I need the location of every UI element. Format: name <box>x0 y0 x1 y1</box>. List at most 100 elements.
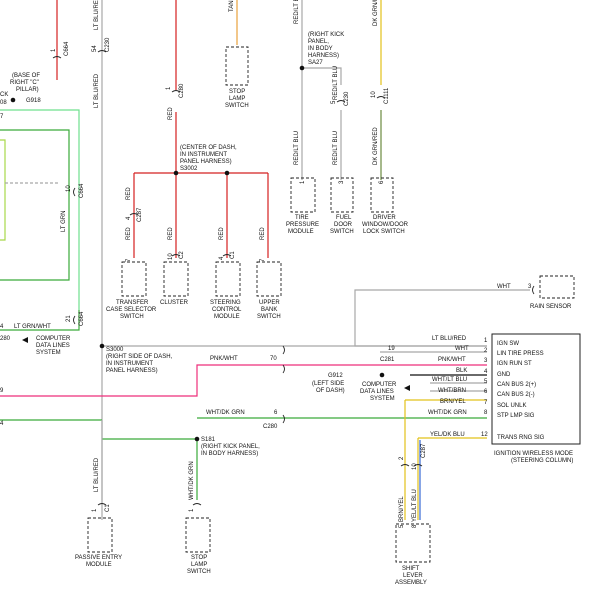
transfer-case-label-2: CASE SELECTOR <box>106 307 157 313</box>
iwm-title-1: IGNITION WIRELESS MODE <box>494 451 573 457</box>
transfer-case-switch-box <box>121 261 147 297</box>
wire-label-brn-yel-iwm: BRN/YEL <box>440 399 466 405</box>
wire-label-red-cluster: RED <box>168 227 174 240</box>
arrow-computer-data-left <box>22 337 28 343</box>
location-base-c-pillar-1: (BASE OF <box>12 73 40 79</box>
shift-lever-label-1: SHIFT <box>402 566 420 572</box>
pin-label-6-driver: 6 <box>379 180 385 184</box>
driver-window-label-2: WINDOW/DOOR <box>362 222 409 228</box>
misc-label-280: 280 <box>0 336 11 342</box>
misc-label-4: 4 <box>0 324 4 330</box>
steering-control-module-box <box>215 261 241 297</box>
wire-label-brn-yel: BRN/YEL <box>399 496 405 522</box>
iwm-pin-5: 5 <box>484 379 488 385</box>
shift-lever-assembly-box <box>395 523 431 563</box>
location-right-kick-body-3: IN BODY <box>308 46 333 52</box>
location-left-side-dash-1: (LEFT SIDE <box>312 381 344 387</box>
location-right-side-dash-3: PANEL HARNESS) <box>106 368 158 374</box>
splice-label-s3000: S3000 <box>106 347 124 353</box>
pin-label-7-transfer: 7 <box>126 258 132 262</box>
wire-label-red-lt-blu-fuel2: RED/LT BLU <box>333 131 339 165</box>
wire-label-pnk-wht-iwm: PNK/WHT <box>438 357 466 363</box>
computer-data-mid-label-2: DATA LINES <box>360 389 394 395</box>
rain-sensor-label: RAIN SENSOR <box>530 304 572 310</box>
wire-label-red-transfer-2: RED <box>126 227 132 240</box>
pin-label-5-shift: 5 <box>399 524 405 528</box>
location-center-dash-3: PANEL HARNESS) <box>180 159 232 165</box>
wire-label-dk-grn-red-lower: DK GRN/RED <box>373 127 379 165</box>
tire-pressure-label-3: MODULE <box>288 229 314 235</box>
computer-data-mid-label-1: COMPUTER <box>362 382 397 388</box>
splice-label-sa27: SA27 <box>308 60 323 66</box>
connector-arc <box>282 345 285 355</box>
wire-label-wht-iwm: WHT <box>455 346 469 352</box>
pin-label-4-steering: 4 <box>219 256 225 260</box>
wire-label-tan: TAN <box>229 0 235 12</box>
connector-label-c287-top: C287 <box>137 207 143 222</box>
connector-label-c2: C2 <box>179 251 185 259</box>
iwm-pin-2: 2 <box>484 348 488 354</box>
wire-label-lt-blu-red-bottom: LT BLU/RED <box>94 457 100 492</box>
wiring-diagram-canvas: LT BLU/RED TAN RED/LT BLU DK GRN/RED LT … <box>0 0 581 586</box>
iwm-pin-8: 8 <box>484 410 488 416</box>
passive-entry-label-1: PASSIVE ENTRY <box>75 555 122 561</box>
computer-data-left-label-1: COMPUTER <box>36 336 71 342</box>
iwm-pin-3: 3 <box>484 358 488 364</box>
misc-label-ck: CK <box>0 92 8 98</box>
iwm-name-lin-tire-press: LIN TIRE PRESS <box>497 351 544 357</box>
pin-label-19: 19 <box>388 346 395 352</box>
passive-entry-module-box <box>87 517 113 553</box>
wire-label-red-upper-bank: RED <box>260 227 266 240</box>
pin-label-1-c280: 1 <box>166 86 172 90</box>
misc-label-08: 08 <box>0 100 7 106</box>
wire-label-red-lt-blu-tire: RED/LT BLU <box>294 131 300 165</box>
pin-label-7-upper: 7 <box>260 258 266 262</box>
wire-label-yel-lt-blu: YEL/LT BLU <box>412 489 418 522</box>
wire-label-red-lt-blu-top: RED/LT BLU <box>294 0 300 24</box>
pin-label-20: 2 <box>399 456 405 460</box>
steering-control-label-3: MODULE <box>214 314 240 320</box>
location-base-c-pillar-3: PILLAR) <box>16 87 39 93</box>
wire-pnk-wht <box>0 364 487 397</box>
wire-label-yel-dk-blu-iwm: YEL/DK BLU <box>430 432 465 438</box>
location-right-side-dash-1: (RIGHT SIDE OF DASH, <box>106 354 173 360</box>
wire-label-red-center: RED <box>168 107 174 120</box>
connector-arc <box>73 315 76 325</box>
pin-label-1-stop: 1 <box>189 508 195 512</box>
stop-lamp-switch-bottom-box <box>185 517 211 553</box>
splice-s3002-dot <box>173 170 179 176</box>
iwm-pin-1: 1 <box>484 338 488 344</box>
upper-bank-label-1: UPPER <box>259 300 280 306</box>
computer-data-left-label-2: DATA LINES <box>36 343 70 349</box>
iwm-pin-6: 6 <box>484 389 488 395</box>
pin-label-3-fuel: 3 <box>339 180 345 184</box>
shift-lever-label-3: ASSEMBLY <box>395 580 427 586</box>
wire-label-red-steering: RED <box>219 227 225 240</box>
tire-pressure-label-2: PRESSURE <box>286 222 319 228</box>
wire-label-lt-blu-red-mid: LT BLU/RED <box>94 73 100 108</box>
pin-label-10-mid: 10 <box>66 185 72 192</box>
stop-lamp-switch-bottom-label-2: LAMP <box>191 562 207 568</box>
steering-control-label-1: STEERING <box>210 300 241 306</box>
connector-label-c287-bottom: C287 <box>421 443 427 458</box>
transfer-case-label-1: TRANSFER <box>116 300 149 306</box>
wire-label-lt-grn-wht: LT GRN/WHT <box>14 324 51 330</box>
ground-label-g912: G912 <box>328 373 343 379</box>
driver-window-label-3: LOCK SWITCH <box>363 229 405 235</box>
wire-label-wht-dk-grn-mid: WHT/DK GRN <box>206 410 245 416</box>
wiring-diagram: LT BLU/RED TAN RED/LT BLU DK GRN/RED LT … <box>0 0 603 605</box>
location-right-kick-body-1: (RIGHT KICK <box>308 32 344 38</box>
location-right-kick-body-2: PANEL, <box>308 39 329 45</box>
fuel-door-label-1: FUEL <box>336 215 352 221</box>
iwm-name-can-bus-neg: CAN BUS 2(-) <box>497 392 535 398</box>
iwm-name-stp-lmp-sig: STP LMP SIG <box>497 413 535 419</box>
location-base-c-pillar-2: RIGHT "C" <box>10 80 39 86</box>
upper-bank-switch-box <box>256 261 282 297</box>
stop-lamp-switch-top-label-3: SWITCH <box>225 103 249 109</box>
iwm-name-can-bus-pos: CAN BUS 2(+) <box>497 382 536 388</box>
pin-label-21: 21 <box>66 315 72 322</box>
connector-label-c664-mid: C664 <box>79 183 85 198</box>
pin-label-10-shift: 10 <box>412 463 418 470</box>
connector-label-c281: C281 <box>380 357 395 363</box>
computer-data-mid-label-3: SYSTEM <box>370 396 395 402</box>
